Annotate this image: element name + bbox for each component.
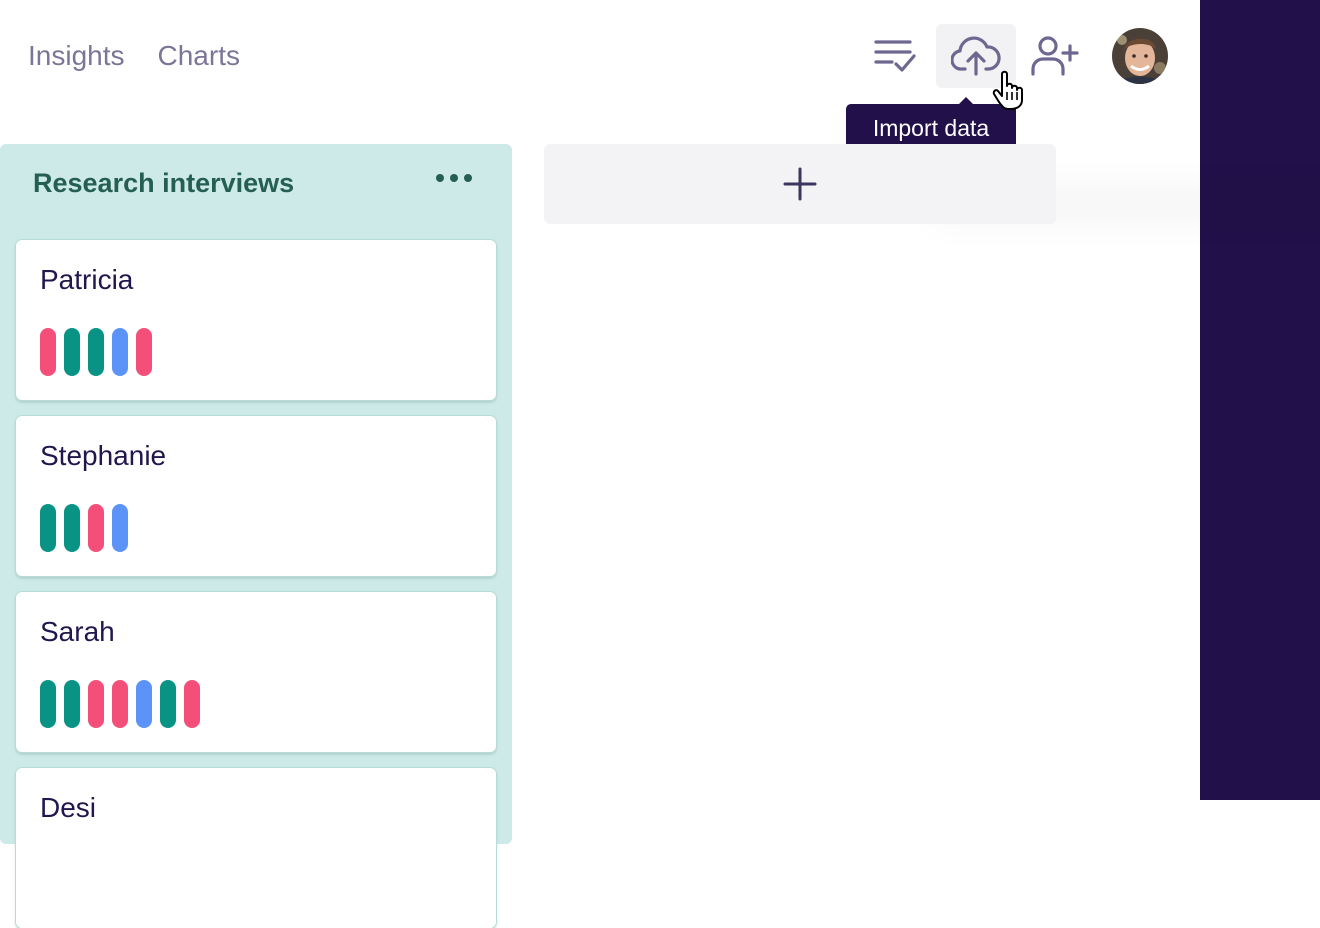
interview-card[interactable]: Patricia — [16, 240, 496, 400]
tag-pill — [184, 680, 200, 728]
tag-pill — [88, 680, 104, 728]
tag-pill — [136, 680, 152, 728]
card-title: Patricia — [40, 264, 134, 295]
tag-pill — [160, 680, 176, 728]
card-title: Stephanie — [40, 440, 167, 471]
avatar-photo — [1112, 28, 1168, 84]
tag-list — [40, 504, 128, 552]
nav-insights-link[interactable]: Insights — [28, 40, 125, 72]
tag-list — [40, 680, 200, 728]
tag-pill — [112, 504, 128, 552]
hand-pointer-cursor-icon — [992, 70, 1023, 110]
tag-pill — [40, 328, 56, 376]
tag-pill — [40, 504, 56, 552]
tag-pill — [136, 328, 152, 376]
board-column: Research interviews Patricia Stephanie S… — [0, 144, 512, 928]
tag-pill — [40, 680, 56, 728]
interview-card[interactable]: Desi — [16, 768, 496, 928]
tag-list — [40, 328, 152, 376]
more-options-icon[interactable] — [436, 174, 472, 182]
nav-charts-link[interactable]: Charts — [158, 40, 240, 72]
tag-pill — [88, 504, 104, 552]
checklist-icon — [874, 40, 916, 72]
tag-pill — [88, 328, 104, 376]
card-title: Desi — [40, 792, 97, 823]
card-title: Sarah — [40, 616, 115, 647]
interview-card[interactable]: Sarah — [16, 592, 496, 752]
tag-pill — [64, 504, 80, 552]
tag-pill — [64, 680, 80, 728]
add-user-button[interactable] — [1016, 24, 1096, 88]
tag-pill — [64, 328, 80, 376]
tag-pill — [112, 328, 128, 376]
checklist-button[interactable] — [856, 24, 936, 88]
right-sidebar-panel — [1200, 0, 1320, 800]
tag-pill — [112, 680, 128, 728]
column-title: Research interviews — [33, 168, 295, 198]
top-nav: Insights Charts — [28, 40, 240, 72]
user-avatar[interactable] — [1112, 28, 1168, 84]
user-plus-icon — [1031, 36, 1079, 76]
plus-icon — [783, 167, 817, 201]
interview-card[interactable]: Stephanie — [16, 416, 496, 576]
add-column-button[interactable] — [544, 144, 1056, 224]
